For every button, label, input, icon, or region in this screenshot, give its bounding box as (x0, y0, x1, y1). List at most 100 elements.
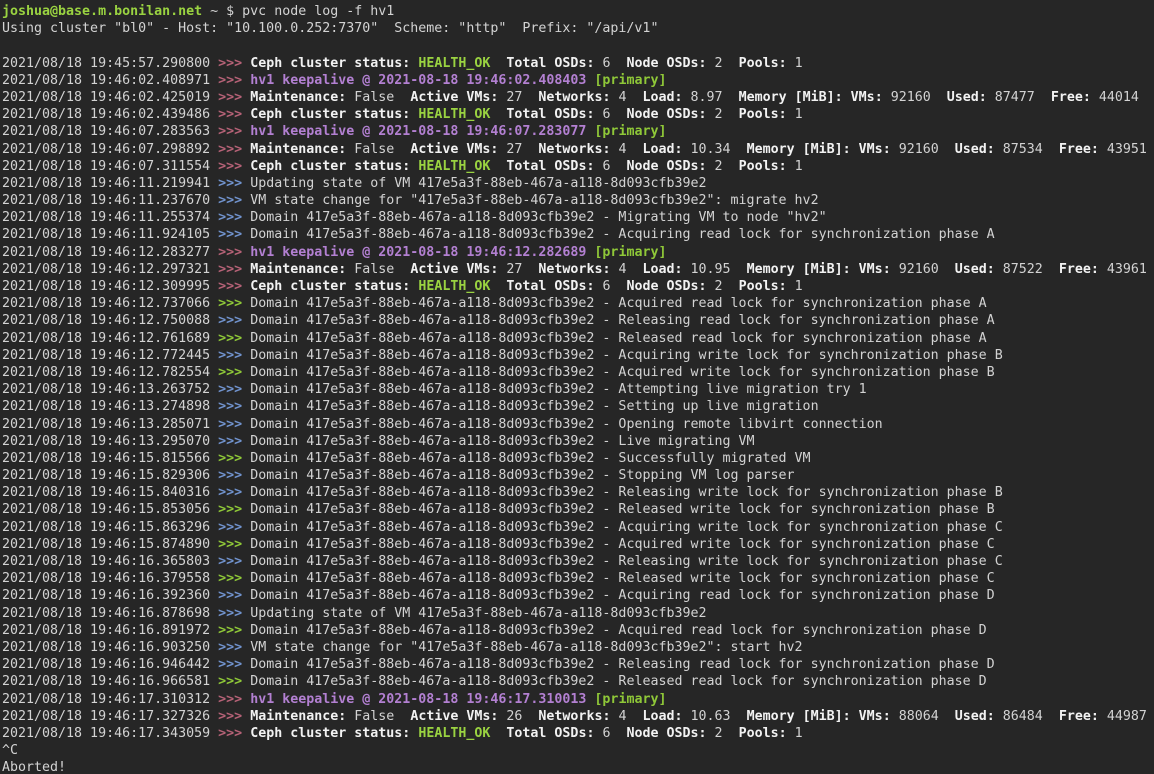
log-marker-icon: >>> (218, 56, 250, 71)
log-marker-icon: >>> (218, 159, 250, 174)
log-timestamp: 2021/08/18 19:46:12.297321 (2, 262, 218, 277)
memory-free-label: Free: (1059, 142, 1099, 157)
log-line: 2021/08/18 19:46:07.298892 >>> Maintenan… (2, 141, 1154, 158)
log-output: 2021/08/18 19:45:57.290800 >>> Ceph clus… (2, 55, 1154, 743)
space (490, 107, 506, 122)
log-marker-icon: >>> (218, 554, 250, 569)
log-line: 2021/08/18 19:46:12.782554 >>> Domain 41… (2, 364, 1154, 381)
log-timestamp: 2021/08/18 19:46:15.829306 (2, 468, 218, 483)
ceph-status-label: Ceph cluster status: (250, 56, 410, 71)
ceph-status-label: Ceph cluster status: (250, 107, 410, 122)
primary-badge: [primary] (594, 73, 666, 88)
node-osds-value: 2 (707, 279, 739, 294)
log-marker-icon: >>> (218, 90, 250, 105)
log-line: 2021/08/18 19:46:17.343059 >>> Ceph clus… (2, 725, 1154, 742)
log-marker-icon: >>> (218, 434, 250, 449)
log-marker-icon: >>> (218, 623, 250, 638)
active-vms-label: Active VMs: (410, 262, 498, 277)
terminal-window[interactable]: joshua@base.m.bonilan.net ~ $ pvc node l… (0, 0, 1154, 774)
load-label: Load: (643, 262, 683, 277)
log-line: 2021/08/18 19:46:13.295070 >>> Domain 41… (2, 433, 1154, 450)
maintenance-label: Maintenance: (250, 262, 346, 277)
log-timestamp: 2021/08/18 19:46:15.840316 (2, 485, 218, 500)
total-osds-label: Total OSDs: (506, 56, 594, 71)
memory-vms-value: 92160 (891, 262, 955, 277)
log-message: Domain 417e5a3f-88eb-467a-a118-8d093cfb3… (250, 382, 866, 397)
pools-label: Pools: (739, 159, 787, 174)
memory-label: Memory [MiB]: (739, 90, 843, 105)
log-message: Domain 417e5a3f-88eb-467a-a118-8d093cfb3… (250, 468, 794, 483)
log-marker-icon: >>> (218, 657, 250, 672)
log-message: Domain 417e5a3f-88eb-467a-a118-8d093cfb3… (250, 485, 1003, 500)
log-timestamp: 2021/08/18 19:46:12.283277 (2, 245, 218, 260)
maintenance-value: False (346, 709, 410, 724)
log-message: Domain 417e5a3f-88eb-467a-a118-8d093cfb3… (250, 296, 987, 311)
log-line: 2021/08/18 19:45:57.290800 >>> Ceph clus… (2, 55, 1154, 72)
node-osds-label: Node OSDs: (626, 159, 706, 174)
log-timestamp: 2021/08/18 19:46:17.310312 (2, 692, 218, 707)
log-message: Domain 417e5a3f-88eb-467a-a118-8d093cfb3… (250, 434, 754, 449)
memory-used-label: Used: (955, 262, 995, 277)
log-marker-icon: >>> (218, 348, 250, 363)
log-timestamp: 2021/08/18 19:46:13.274898 (2, 399, 218, 414)
log-marker-icon: >>> (218, 210, 250, 225)
log-marker-icon: >>> (218, 245, 250, 260)
networks-value: 4 (610, 709, 642, 724)
log-marker-icon: >>> (218, 606, 250, 621)
load-value: 10.95 (683, 262, 747, 277)
log-message: Domain 417e5a3f-88eb-467a-a118-8d093cfb3… (250, 657, 995, 672)
ceph-health-value: HEALTH_OK (418, 279, 490, 294)
memory-vms-label: VMs: (851, 90, 883, 105)
log-message: Domain 417e5a3f-88eb-467a-a118-8d093cfb3… (250, 674, 987, 689)
log-line: 2021/08/18 19:46:16.365803 >>> Domain 41… (2, 553, 1154, 570)
log-message: Domain 417e5a3f-88eb-467a-a118-8d093cfb3… (250, 520, 1003, 535)
maintenance-value: False (346, 90, 410, 105)
log-marker-icon: >>> (218, 73, 250, 88)
log-marker-icon: >>> (218, 296, 250, 311)
log-timestamp: 2021/08/18 19:46:07.298892 (2, 142, 218, 157)
log-line: 2021/08/18 19:46:02.439486 >>> Ceph clus… (2, 106, 1154, 123)
blank-line (2, 37, 1154, 54)
memory-used-value: 87522 (995, 262, 1059, 277)
log-line: 2021/08/18 19:46:16.392360 >>> Domain 41… (2, 587, 1154, 604)
pools-label: Pools: (739, 107, 787, 122)
log-marker-icon: >>> (218, 588, 250, 603)
pools-value: 1 (787, 279, 803, 294)
log-message: Domain 417e5a3f-88eb-467a-a118-8d093cfb3… (250, 554, 1003, 569)
log-line: 2021/08/18 19:46:11.255374 >>> Domain 41… (2, 209, 1154, 226)
memory-vms-value: 92160 (883, 90, 947, 105)
log-timestamp: 2021/08/18 19:46:12.782554 (2, 365, 218, 380)
memory-free-label: Free: (1059, 709, 1099, 724)
memory-used-value: 87477 (987, 90, 1051, 105)
memory-used-value: 86484 (995, 709, 1059, 724)
log-line: 2021/08/18 19:46:12.283277 >>> hv1 keepa… (2, 244, 1154, 261)
log-message: Domain 417e5a3f-88eb-467a-a118-8d093cfb3… (250, 588, 995, 603)
maintenance-label: Maintenance: (250, 142, 346, 157)
node-osds-value: 2 (707, 159, 739, 174)
log-timestamp: 2021/08/18 19:46:07.311554 (2, 159, 218, 174)
log-line: 2021/08/18 19:46:11.237670 >>> VM state … (2, 192, 1154, 209)
log-timestamp: 2021/08/18 19:46:13.263752 (2, 382, 218, 397)
total-osds-value: 6 (594, 726, 626, 741)
log-line: 2021/08/18 19:46:17.310312 >>> hv1 keepa… (2, 691, 1154, 708)
log-timestamp: 2021/08/18 19:46:11.237670 (2, 193, 218, 208)
pools-value: 1 (787, 56, 803, 71)
networks-label: Networks: (538, 709, 610, 724)
log-marker-icon: >>> (218, 227, 250, 242)
log-marker-icon: >>> (218, 468, 250, 483)
node-osds-value: 2 (707, 107, 739, 122)
memory-used-label: Used: (947, 90, 987, 105)
log-timestamp: 2021/08/18 19:46:16.946442 (2, 657, 218, 672)
log-marker-icon: >>> (218, 502, 250, 517)
log-message: Updating state of VM 417e5a3f-88eb-467a-… (250, 176, 706, 191)
interrupt-line: ^C (2, 742, 1154, 759)
log-line: 2021/08/18 19:46:15.874890 >>> Domain 41… (2, 536, 1154, 553)
node-osds-value: 2 (707, 56, 739, 71)
node-osds-label: Node OSDs: (626, 726, 706, 741)
log-timestamp: 2021/08/18 19:46:12.750088 (2, 313, 218, 328)
log-marker-icon: >>> (218, 709, 250, 724)
log-message: Domain 417e5a3f-88eb-467a-a118-8d093cfb3… (250, 365, 995, 380)
log-message: Domain 417e5a3f-88eb-467a-a118-8d093cfb3… (250, 348, 1003, 363)
networks-label: Networks: (538, 262, 610, 277)
keepalive-text: hv1 keepalive @ 2021-08-18 19:46:07.2830… (250, 124, 594, 139)
